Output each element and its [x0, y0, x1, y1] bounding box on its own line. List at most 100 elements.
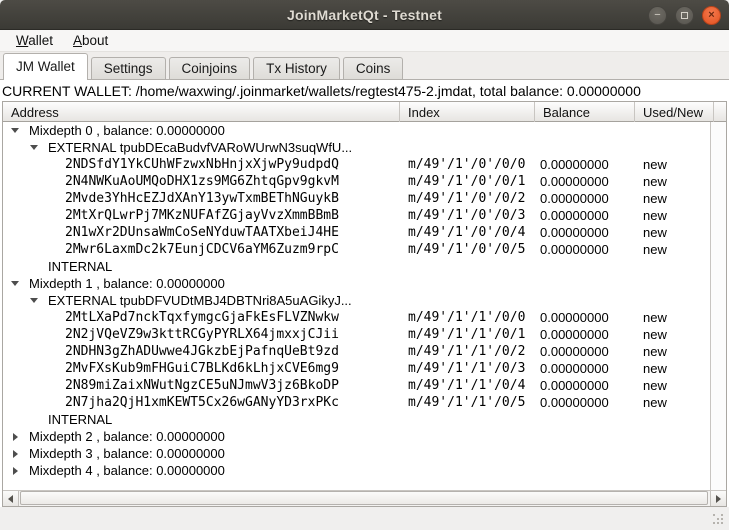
tree-row[interactable]: Mixdepth 3 , balance: 0.00000000 — [3, 445, 710, 462]
address-row[interactable]: 2MtXrQLwrPj7MKzNUFAfZGjayVvzXmmBBmB m/49'… — [3, 207, 710, 224]
wallet-tab-pane: CURRENT WALLET: /home/waxwing/.joinmarke… — [0, 80, 729, 507]
vertical-scrollbar[interactable] — [710, 122, 726, 490]
address-row[interactable]: 2NDSfdY1YkCUhWFzwxNbHnjxXjwPy9udpdQ m/49'… — [3, 156, 710, 173]
window-title: JoinMarketQt - Testnet — [287, 7, 442, 23]
tree-row[interactable]: Mixdepth 1 , balance: 0.00000000 — [3, 275, 710, 292]
status-cell: new — [643, 207, 667, 224]
address-row[interactable]: 2N7jha2QjH1xmKEWT5Cx26wGANyYD3rxPKcm/49'… — [3, 394, 710, 411]
balance-cell: 0.00000000 — [540, 173, 609, 190]
address-cell: 2MtXrQLwrPj7MKzNUFAfZGjayVvzXmmBBmB — [65, 207, 339, 224]
expand-icon[interactable] — [7, 462, 23, 479]
index-cell: m/49'/1'/0'/0/5 — [408, 241, 525, 258]
tree-row-label: Mixdepth 1 , balance: 0.00000000 — [29, 275, 225, 292]
address-row[interactable]: 2MvFXsKub9mFHGuiC7BLKd6kLhjxCVE6mg9m/49'… — [3, 360, 710, 377]
index-cell: m/49'/1'/1'/0/5 — [408, 394, 525, 411]
tab-coins[interactable]: Coins — [343, 57, 404, 79]
tree-row[interactable]: Mixdepth 4 , balance: 0.00000000 — [3, 462, 710, 479]
horizontal-scroll-thumb[interactable] — [20, 491, 708, 505]
status-cell: new — [643, 241, 667, 258]
balance-cell: 0.00000000 — [540, 377, 609, 394]
status-cell: new — [643, 360, 667, 377]
tree-row[interactable]: Mixdepth 0 , balance: 0.00000000 — [3, 122, 710, 139]
status-cell: new — [643, 190, 667, 207]
status-cell: new — [643, 156, 667, 173]
app-window: JoinMarketQt - Testnet − × Wallet About … — [0, 0, 729, 530]
collapse-icon[interactable] — [7, 122, 23, 139]
address-cell: 2NDSfdY1YkCUhWFzwxNbHnjxXjwPy9udpdQ — [65, 156, 339, 173]
address-row[interactable]: 2Mvde3YhHcEZJdXAnY13ywTxmBEThNGuykB m/49'… — [3, 190, 710, 207]
tree-row-label: INTERNAL — [48, 411, 112, 428]
address-cell: 2Mvde3YhHcEZJdXAnY13ywTxmBEThNGuykB — [65, 190, 339, 207]
close-icon: × — [708, 10, 714, 21]
balance-cell: 0.00000000 — [540, 156, 609, 173]
address-row[interactable]: 2Mwr6LaxmDc2k7EunjCDCV6aYM6Zuzm9rpC m/49'… — [3, 241, 710, 258]
column-header-index[interactable]: Index — [400, 102, 535, 122]
column-header-balance[interactable]: Balance — [535, 102, 635, 122]
scroll-right-icon — [716, 495, 721, 503]
tree-row[interactable]: EXTERNAL tpubDFVUDtMBJ4DBTNri8A5uAGikyJ.… — [3, 292, 710, 309]
address-row[interactable]: 2NDHN3gZhADUwwe4JGkzbEjPafnqUeBt9zdm/49'… — [3, 343, 710, 360]
address-row[interactable]: 2N2jVQeVZ9w3kttRCGyPYRLX64jmxxjCJii m/49'… — [3, 326, 710, 343]
expand-icon[interactable] — [7, 445, 23, 462]
tree-row[interactable]: INTERNAL — [3, 258, 710, 275]
current-wallet-banner: CURRENT WALLET: /home/waxwing/.joinmarke… — [0, 80, 729, 101]
address-cell: 2N89miZaixNWutNgzCE5uNJmwV3jz6BkoDP — [65, 377, 339, 394]
maximize-button[interactable] — [675, 6, 694, 25]
collapse-icon[interactable] — [7, 275, 23, 292]
horizontal-scrollbar[interactable] — [3, 490, 726, 506]
index-cell: m/49'/1'/0'/0/0 — [408, 156, 525, 173]
resize-grip-icon[interactable] — [713, 514, 725, 526]
address-cell: 2Mwr6LaxmDc2k7EunjCDCV6aYM6Zuzm9rpC — [65, 241, 339, 258]
tab-tx-history[interactable]: Tx History — [253, 57, 340, 79]
address-cell: 2N1wXr2DUnsaWmCoSeNYduwTAATXbeiJ4HE — [65, 224, 339, 241]
collapse-icon[interactable] — [26, 139, 42, 156]
status-cell: new — [643, 173, 667, 190]
tree-row-label: Mixdepth 4 , balance: 0.00000000 — [29, 462, 225, 479]
address-row[interactable]: 2MtLXaPd7nckTqxfymgcGjaFkEsFLVZNwkwm/49'… — [3, 309, 710, 326]
address-row[interactable]: 2N1wXr2DUnsaWmCoSeNYduwTAATXbeiJ4HEm/49'… — [3, 224, 710, 241]
index-cell: m/49'/1'/0'/0/2 — [408, 190, 525, 207]
tab-bar: JM Wallet Settings Coinjoins Tx History … — [0, 52, 729, 80]
menu-about[interactable]: About — [65, 31, 116, 50]
index-cell: m/49'/1'/1'/0/1 — [408, 326, 525, 343]
index-cell: m/49'/1'/0'/0/1 — [408, 173, 525, 190]
tree-row-label: Mixdepth 0 , balance: 0.00000000 — [29, 122, 225, 139]
address-row[interactable]: 2N4NWKuAoUMQoDHX1zs9MG6ZhtqGpv9gkvMm/49'… — [3, 173, 710, 190]
horizontal-scroll-track[interactable] — [19, 491, 710, 506]
tree-row-label: INTERNAL — [48, 258, 112, 275]
balance-cell: 0.00000000 — [540, 343, 609, 360]
index-cell: m/49'/1'/0'/0/3 — [408, 207, 525, 224]
index-cell: m/49'/1'/1'/0/2 — [408, 343, 525, 360]
expand-icon[interactable] — [7, 428, 23, 445]
menu-wallet[interactable]: Wallet — [8, 31, 61, 50]
titlebar[interactable]: JoinMarketQt - Testnet − × — [0, 0, 729, 30]
collapse-icon[interactable] — [26, 292, 42, 309]
minimize-icon: − — [654, 10, 660, 21]
tree-row[interactable]: EXTERNAL tpubDEcaBudvfVARoWUrwN3suqWfU..… — [3, 139, 710, 156]
tab-coinjoins[interactable]: Coinjoins — [169, 57, 251, 79]
balance-cell: 0.00000000 — [540, 190, 609, 207]
close-button[interactable]: × — [702, 6, 721, 25]
tree-row-label: EXTERNAL tpubDFVUDtMBJ4DBTNri8A5uAGikyJ.… — [48, 292, 352, 309]
balance-cell: 0.00000000 — [540, 241, 609, 258]
status-bar — [0, 507, 729, 530]
address-row[interactable]: 2N89miZaixNWutNgzCE5uNJmwV3jz6BkoDPm/49'… — [3, 377, 710, 394]
address-cell: 2N2jVQeVZ9w3kttRCGyPYRLX64jmxxjCJii — [65, 326, 339, 343]
balance-cell: 0.00000000 — [540, 309, 609, 326]
scroll-left-icon — [8, 495, 13, 503]
tree-row[interactable]: Mixdepth 2 , balance: 0.00000000 — [3, 428, 710, 445]
tree-row-label: EXTERNAL tpubDEcaBudvfVARoWUrwN3suqWfU..… — [48, 139, 352, 156]
column-header-used-new[interactable]: Used/New — [635, 102, 714, 122]
tree-row[interactable]: INTERNAL — [3, 411, 710, 428]
wallet-tree-view: Address Index Balance Used/New Mixdepth … — [2, 101, 727, 507]
tree-body: Mixdepth 0 , balance: 0.00000000EXTERNAL… — [3, 122, 710, 490]
tab-settings[interactable]: Settings — [91, 57, 166, 79]
column-header-address[interactable]: Address — [3, 102, 400, 122]
window-controls: − × — [648, 0, 721, 30]
tab-jm-wallet[interactable]: JM Wallet — [3, 53, 88, 80]
status-cell: new — [643, 326, 667, 343]
minimize-button[interactable]: − — [648, 6, 667, 25]
status-cell: new — [643, 309, 667, 326]
scroll-left-button[interactable] — [3, 491, 19, 506]
scroll-right-button[interactable] — [710, 491, 726, 506]
